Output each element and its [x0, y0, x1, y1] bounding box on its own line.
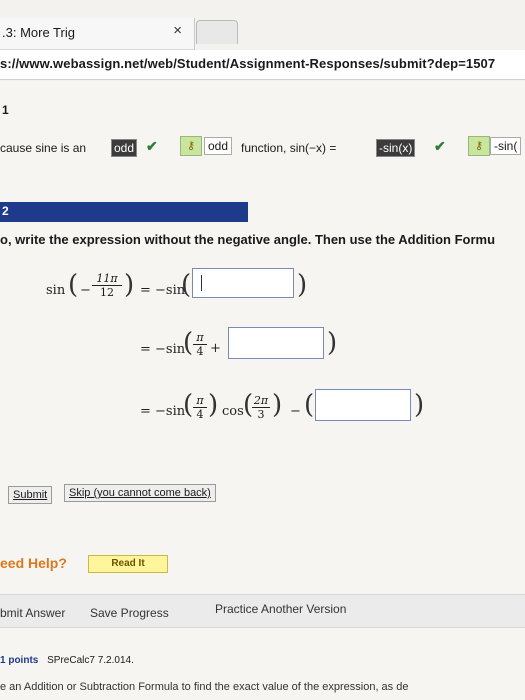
answer-odd-correct: odd: [204, 137, 233, 155]
right-paren: ): [124, 270, 135, 300]
question-2-header: 2: [0, 202, 248, 222]
fraction-numerator: 11π: [92, 272, 122, 286]
fraction-denominator: 4: [196, 345, 204, 358]
right-paren: ): [327, 328, 338, 358]
fraction-2pi-3: 2π 3: [252, 394, 270, 421]
browser-tab[interactable]: .3: More Trig ×: [0, 18, 195, 50]
submit-button[interactable]: Submit: [8, 486, 53, 504]
question-3-instruction: e an Addition or Subtraction Formula to …: [0, 681, 409, 693]
question-1-answer-line: cause sine is an odd ✔ ⚷ odd function, s…: [0, 134, 525, 160]
fraction-numerator: π: [193, 331, 207, 345]
url-text[interactable]: s://www.webassign.net/web/Student/Assign…: [0, 56, 495, 71]
fraction-11pi-12: 11π 12: [92, 272, 122, 299]
close-icon[interactable]: ×: [173, 22, 182, 39]
answer-input-1[interactable]: [192, 268, 294, 298]
question-1-text: cause sine is an: [0, 141, 87, 155]
fraction-pi-4: π 4: [193, 331, 207, 358]
left-paren: (: [183, 328, 194, 358]
key-icon[interactable]: ⚷: [180, 136, 202, 156]
answer-input-3[interactable]: [315, 389, 411, 421]
equals-neg-sin: = −sin: [140, 404, 186, 419]
question-3-header: 1 points SPreCalc7 7.2.014.: [0, 655, 134, 666]
sin-label: sin: [46, 283, 66, 298]
plus-sign: +: [210, 341, 221, 356]
need-help-label: eed Help?: [0, 555, 67, 571]
right-paren: ): [297, 270, 308, 300]
check-icon: ✔: [434, 138, 446, 154]
key-icon[interactable]: ⚷: [468, 136, 490, 156]
left-paren: (: [181, 270, 192, 300]
cos-label: cos: [222, 404, 244, 419]
fraction-numerator: 2π: [252, 394, 270, 408]
save-progress-link[interactable]: Save Progress: [90, 606, 169, 620]
question-number-2: 2: [2, 204, 9, 218]
minus-sign: −: [80, 283, 91, 298]
minus-sign: −: [290, 404, 301, 419]
answer-sin-partial: -sin(: [490, 137, 522, 155]
answer-odd: odd: [111, 139, 138, 157]
right-paren: ): [414, 390, 425, 420]
action-bar: bmit Answer Save Progress Practice Anoth…: [0, 594, 525, 628]
points-label: 1 points: [0, 655, 39, 666]
fraction-denominator: 3: [257, 408, 265, 421]
fraction-pi-4: π 4: [193, 394, 207, 421]
left-paren: (: [183, 390, 194, 420]
fraction-numerator: π: [193, 394, 207, 408]
left-paren: (: [68, 270, 79, 300]
source-label: SPreCalc7 7.2.014.: [47, 655, 134, 666]
question-number-1: 1: [2, 103, 9, 117]
submit-answer-link[interactable]: bmit Answer: [0, 606, 65, 620]
fraction-denominator: 4: [196, 408, 204, 421]
address-bar[interactable]: s://www.webassign.net/web/Student/Assign…: [0, 50, 525, 80]
left-paren: (: [304, 390, 315, 420]
fraction-denominator: 12: [100, 286, 114, 299]
practice-another-version-link[interactable]: Practice Another Version: [215, 602, 346, 616]
equals-neg-sin: = −sin: [140, 342, 186, 357]
question-2-instruction: o, write the expression without the nega…: [0, 232, 496, 247]
answer-input-2[interactable]: [228, 327, 324, 359]
read-it-button[interactable]: Read It: [88, 555, 168, 573]
skip-button[interactable]: Skip (you cannot come back): [64, 484, 216, 502]
right-paren: ): [208, 390, 219, 420]
text-caret: [201, 275, 202, 291]
right-paren: ): [272, 390, 283, 420]
answer-sinx: -sin(x): [376, 139, 416, 157]
equals-neg-sin: = −sin: [140, 283, 186, 298]
question-1-function-text: function, sin(−x) =: [241, 141, 337, 155]
check-icon: ✔: [146, 138, 158, 154]
tab-title: .3: More Trig: [2, 25, 75, 40]
new-tab-button[interactable]: [196, 20, 238, 44]
